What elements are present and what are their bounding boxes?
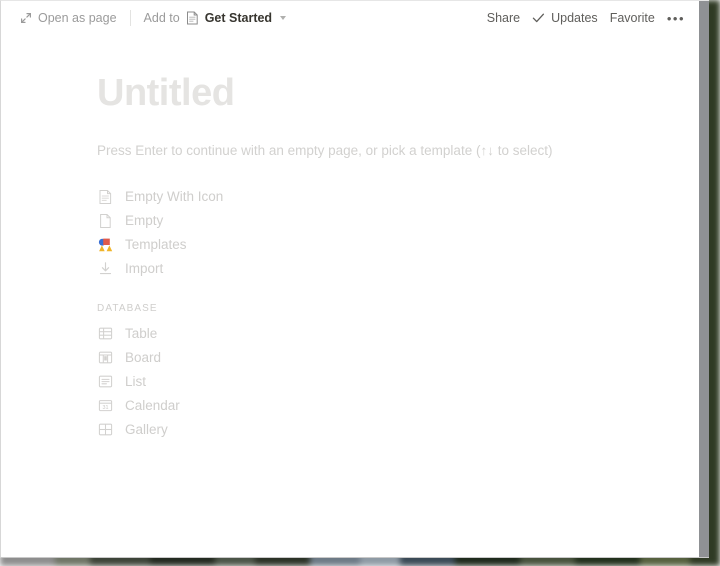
share-label: Share <box>486 11 521 25</box>
add-to-button[interactable]: Add to Get Started <box>139 8 292 28</box>
open-as-page-button[interactable]: Open as page <box>15 8 122 28</box>
toolbar-divider <box>129 10 131 26</box>
template-option-list: Empty With Icon Empty Templates Import <box>97 185 709 281</box>
page-title[interactable]: Untitled <box>97 72 709 115</box>
database-option-list: Table Board List 31 Calendar Gallery <box>97 322 709 442</box>
option-calendar[interactable]: 31 Calendar <box>97 394 403 418</box>
page-toolbar: Open as page Add to Get Started Share Up… <box>1 1 709 35</box>
option-label: Table <box>125 325 158 341</box>
ellipsis-icon: ••• <box>666 10 685 26</box>
option-list[interactable]: List <box>97 370 403 394</box>
page-peek-overlay: Open as page Add to Get Started Share Up… <box>0 0 709 558</box>
share-button[interactable]: Share <box>482 8 525 28</box>
option-label: Calendar <box>125 397 180 413</box>
option-empty-with-icon[interactable]: Empty With Icon <box>97 185 403 209</box>
toolbar-left-group: Open as page Add to Get Started <box>15 8 291 28</box>
option-templates[interactable]: Templates <box>97 233 403 257</box>
open-as-page-label: Open as page <box>38 11 117 25</box>
add-to-destination-label: Get Started <box>204 11 273 25</box>
updates-label: Updates <box>551 11 598 25</box>
option-label: Empty <box>125 212 164 228</box>
database-section-header: Database <box>97 302 158 314</box>
templates-shapes-icon <box>97 236 114 253</box>
table-grid-icon <box>97 325 114 342</box>
option-label: Empty With Icon <box>125 188 224 204</box>
option-label: Board <box>125 349 162 365</box>
updates-button[interactable]: Updates <box>527 8 603 28</box>
option-label: Gallery <box>125 421 168 437</box>
svg-text:31: 31 <box>103 405 109 411</box>
chevron-down-icon <box>280 16 287 20</box>
option-table[interactable]: Table <box>97 322 403 346</box>
toolbar-right-group: Share Updates Favorite ••• <box>482 8 709 28</box>
document-with-lines-icon <box>97 188 114 205</box>
calendar-31-icon: 31 <box>97 397 114 414</box>
list-lines-icon <box>97 373 114 390</box>
option-empty[interactable]: Empty <box>97 209 403 233</box>
option-label: Templates <box>125 236 187 252</box>
option-board[interactable]: Board <box>97 346 403 370</box>
page-content: Untitled Press Enter to continue with an… <box>1 35 709 557</box>
option-label: Import <box>125 260 164 276</box>
add-to-label: Add to <box>143 11 180 25</box>
expand-diagonal-icon <box>20 12 32 24</box>
blank-document-icon <box>97 212 114 229</box>
template-hint-text: Press Enter to continue with an empty pa… <box>97 142 553 158</box>
overlay-right-edge-bar <box>699 1 709 557</box>
check-icon <box>532 12 545 24</box>
board-kanban-icon <box>97 349 114 366</box>
gallery-grid-icon <box>97 421 114 438</box>
import-download-icon <box>97 260 114 277</box>
more-options-button[interactable]: ••• <box>662 9 690 28</box>
favorite-label: Favorite <box>609 11 655 25</box>
page-document-icon <box>186 11 199 25</box>
favorite-button[interactable]: Favorite <box>605 8 660 28</box>
option-import[interactable]: Import <box>97 257 403 281</box>
option-gallery[interactable]: Gallery <box>97 418 403 442</box>
option-label: List <box>125 373 147 389</box>
